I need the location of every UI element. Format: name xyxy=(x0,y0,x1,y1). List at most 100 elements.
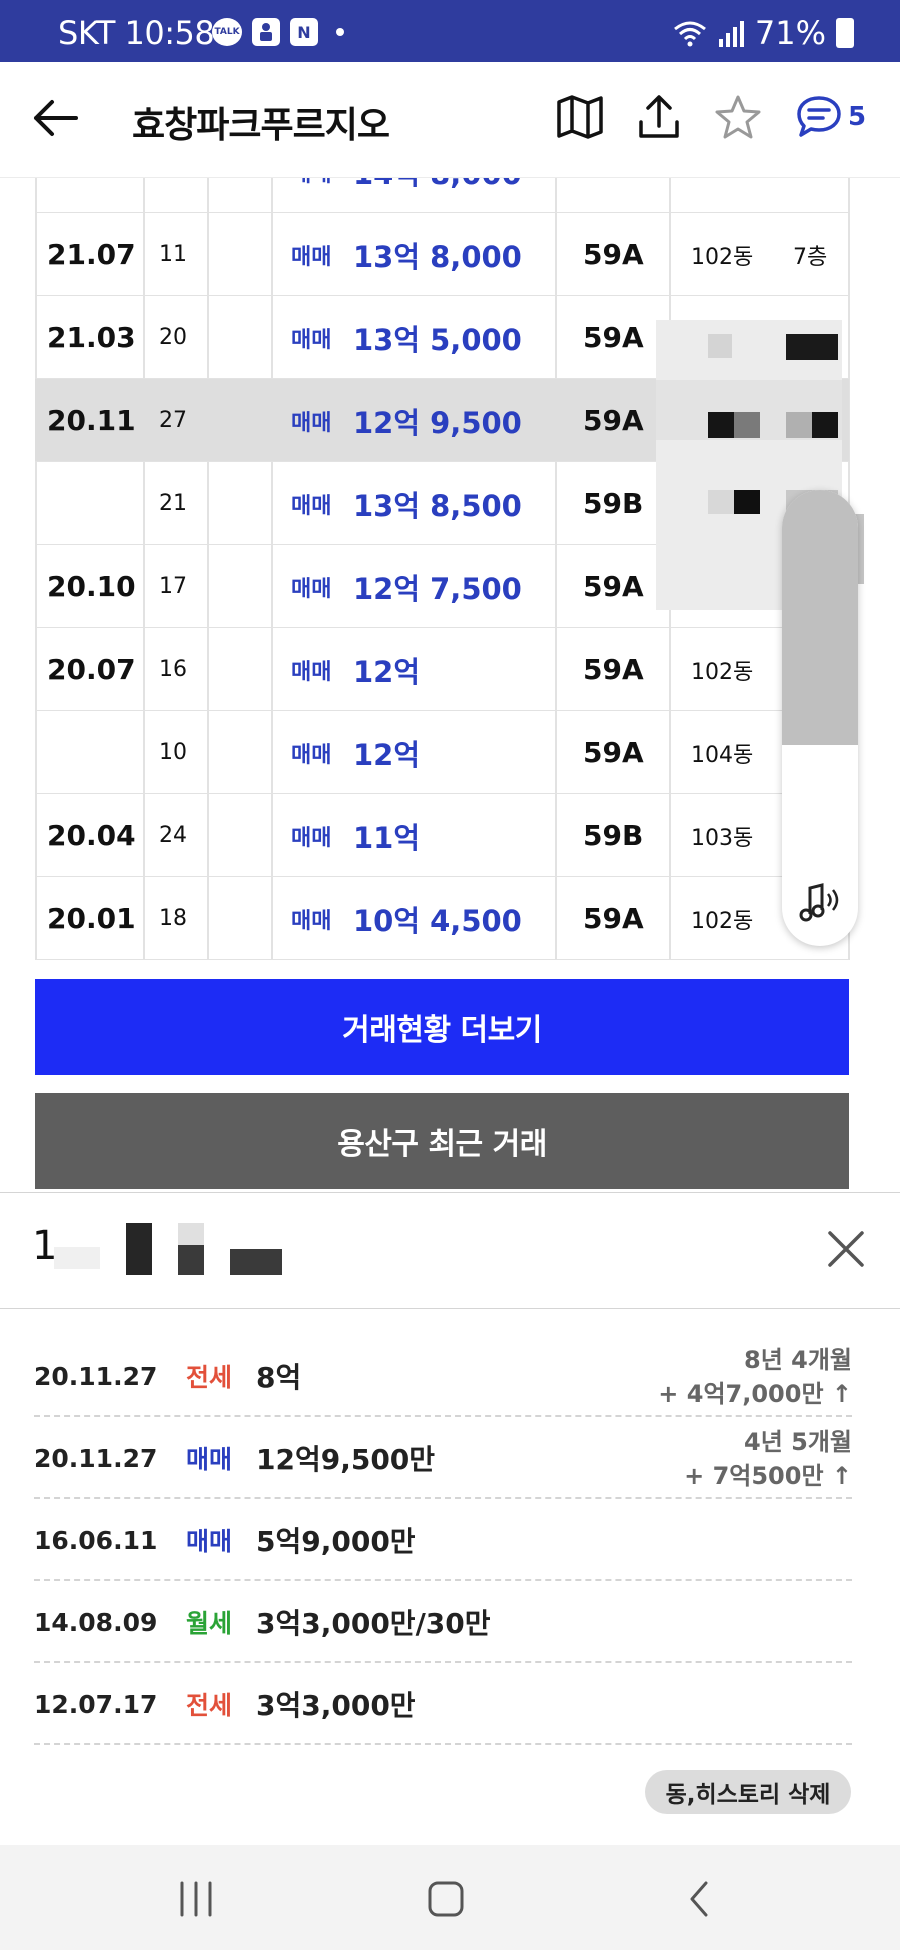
close-icon[interactable] xyxy=(826,1229,866,1269)
trade-area: 59A xyxy=(583,653,644,686)
privacy-blur xyxy=(708,334,732,358)
history-type: 매매 xyxy=(186,1527,233,1556)
status-bar: SKT 10:58 TALK N 71% xyxy=(0,0,900,62)
history-date: 20.11.27 xyxy=(34,1443,158,1473)
table-row[interactable]: 매매 14억 8,000 xyxy=(35,178,849,213)
privacy-blur xyxy=(786,334,838,360)
notification-icons: TALK N xyxy=(212,18,344,46)
trade-type: 매매 xyxy=(291,410,332,436)
trade-month: 20.10 xyxy=(47,570,136,603)
more-trades-button[interactable]: 거래현황 더보기 xyxy=(35,979,849,1075)
history-price: 12억9,500만 xyxy=(256,1443,436,1476)
trade-price: 11억 xyxy=(353,820,421,855)
trade-type: 매매 xyxy=(291,742,332,768)
comment-count: 5 xyxy=(848,102,867,132)
trade-day: 16 xyxy=(159,657,187,682)
wifi-icon xyxy=(673,21,706,47)
trade-area: 59A xyxy=(583,238,644,271)
history-type: 월세 xyxy=(186,1609,233,1638)
map-icon[interactable] xyxy=(556,94,604,140)
trade-price: 12억 7,500 xyxy=(353,571,522,606)
privacy-blur xyxy=(812,412,838,438)
trade-type: 매매 xyxy=(291,825,332,851)
home-icon[interactable] xyxy=(426,1879,466,1919)
share-icon[interactable] xyxy=(638,94,680,140)
app-bar: 효창파크푸르지오 5 xyxy=(0,62,900,178)
table-row[interactable]: 20.07 16 매매 12억 59A 102동 xyxy=(35,628,849,711)
nav-back-icon[interactable] xyxy=(684,1879,714,1919)
music-note-icon[interactable] xyxy=(796,880,844,924)
trade-dong: 102동 xyxy=(691,908,754,934)
chat-bubble-icon: TALK xyxy=(212,18,242,46)
privacy-blur xyxy=(126,1223,152,1275)
n-app-icon: N xyxy=(290,18,318,46)
trade-area: 59A xyxy=(583,570,644,603)
history-row[interactable]: 16.06.11 매매 5억9,000만 xyxy=(34,1499,852,1581)
comment-icon[interactable] xyxy=(796,94,842,140)
music-level-bar xyxy=(782,490,858,745)
trade-day: 24 xyxy=(159,823,187,848)
trade-area: 59B xyxy=(583,819,644,852)
privacy-blur xyxy=(734,490,760,514)
recent-apps-icon[interactable] xyxy=(176,1879,216,1919)
trade-price: 14억 8,000 xyxy=(353,178,522,213)
trade-area: 59A xyxy=(583,404,644,437)
district-recent-trades-button[interactable]: 용산구 최근 거래 xyxy=(35,1093,849,1189)
trade-day: 10 xyxy=(159,740,187,765)
trade-month: 20.11 xyxy=(47,404,136,437)
privacy-blur xyxy=(230,1249,282,1275)
trade-area: 59A xyxy=(583,902,644,935)
trade-month: 20.07 xyxy=(47,653,136,686)
trade-month: 21.03 xyxy=(47,321,136,354)
star-icon[interactable] xyxy=(714,94,762,140)
back-arrow-icon[interactable] xyxy=(32,98,78,138)
history-row[interactable]: 20.11.27 전세 8억 8년 4개월 + 4억7,000만 ↑ xyxy=(34,1335,852,1417)
trade-dong: 102동 xyxy=(691,659,754,685)
table-row[interactable]: 20.04 24 매매 11억 59B 103동 xyxy=(35,794,849,877)
history-change: 8년 4개월 + 4억7,000만 ↑ xyxy=(658,1343,852,1411)
history-type: 매매 xyxy=(186,1445,233,1474)
trade-day: 18 xyxy=(159,906,187,931)
trade-type: 매매 xyxy=(291,327,332,353)
history-period: 8년 4개월 xyxy=(744,1346,852,1374)
table-row[interactable]: 20.01 18 매매 10억 4,500 59A 102동 xyxy=(35,877,849,960)
trade-price: 12억 xyxy=(353,654,421,689)
history-price: 8억 xyxy=(256,1361,302,1394)
trade-day: 20 xyxy=(159,325,187,350)
trade-price: 12억 xyxy=(353,737,421,772)
trade-month: 21.07 xyxy=(47,238,136,271)
delete-history-chip[interactable]: 동,히스토리 삭제 xyxy=(645,1770,851,1814)
carrier-time: SKT 10:58 xyxy=(58,14,215,52)
trade-type: 매매 xyxy=(291,576,332,602)
history-row[interactable]: 12.07.17 전세 3억3,000만 xyxy=(34,1663,852,1745)
history-sheet: 1 20.11.27 전세 8억 8년 4개월 + 4억7,000만 ↑ 20.… xyxy=(0,1192,900,1845)
history-diff: + 7억500만 ↑ xyxy=(684,1462,852,1490)
trade-month: 20.04 xyxy=(47,819,136,852)
history-price: 5억9,000만 xyxy=(256,1525,416,1558)
history-price: 3억3,000만/30만 xyxy=(256,1607,491,1640)
history-type: 전세 xyxy=(186,1691,233,1720)
history-date: 12.07.17 xyxy=(34,1689,158,1719)
privacy-blur xyxy=(786,412,812,438)
history-diff: + 4억7,000만 ↑ xyxy=(658,1380,852,1408)
sheet-header: 1 xyxy=(0,1193,900,1309)
trade-area: 59A xyxy=(583,321,644,354)
history-row[interactable]: 20.11.27 매매 12억9,500만 4년 5개월 + 7억500만 ↑ xyxy=(34,1417,852,1499)
table-row[interactable]: 21.07 11 매매 13억 8,000 59A 102동 7층 xyxy=(35,213,849,296)
trade-price: 12억 9,500 xyxy=(353,405,522,440)
trade-type: 매매 xyxy=(291,493,332,519)
privacy-blur xyxy=(708,412,734,438)
trade-type: 매매 xyxy=(291,178,331,213)
table-row[interactable]: 10 매매 12억 59A 104동 xyxy=(35,711,849,794)
music-overlay[interactable] xyxy=(782,490,858,946)
trade-type: 매매 xyxy=(291,244,332,270)
history-change: 4년 5개월 + 7억500만 ↑ xyxy=(684,1425,852,1493)
trade-floor: 7층 xyxy=(793,244,828,270)
battery-percent: 71% xyxy=(754,14,826,52)
history-type: 전세 xyxy=(186,1363,233,1392)
trade-price: 13억 8,000 xyxy=(353,239,522,274)
trade-type: 매매 xyxy=(291,659,332,685)
trade-day: 27 xyxy=(159,408,187,433)
history-row[interactable]: 14.08.09 월세 3억3,000만/30만 xyxy=(34,1581,852,1663)
privacy-blur xyxy=(178,1245,204,1275)
